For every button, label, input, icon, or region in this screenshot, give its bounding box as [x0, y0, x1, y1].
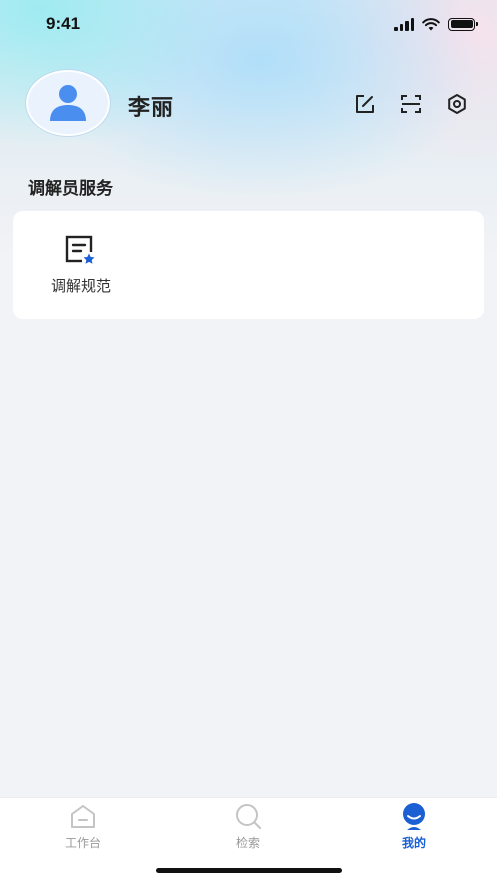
settings-button[interactable]: [445, 92, 469, 116]
cellular-signal-icon: [394, 17, 414, 31]
tab-label: 检索: [235, 836, 260, 850]
service-item-mediation-norms[interactable]: 调解规范: [41, 235, 121, 301]
gear-icon: [448, 94, 466, 114]
status-time: 9:41: [46, 14, 81, 33]
workbench-icon: [71, 805, 95, 828]
service-label: 调解规范: [50, 277, 111, 295]
user-name: 李丽: [128, 96, 175, 121]
edit-button[interactable]: [353, 92, 377, 116]
wifi-icon: [422, 17, 440, 30]
service-card: 调解规范: [13, 211, 484, 319]
tab-label: 我的: [401, 836, 426, 850]
tab-search[interactable]: 检索: [198, 802, 298, 852]
status-bar: 9:41: [0, 0, 497, 48]
tab-workbench[interactable]: 工作台: [33, 802, 133, 852]
status-icons: [394, 14, 478, 34]
document-star-icon: [65, 235, 96, 265]
scan-icon: [401, 95, 421, 113]
scan-button[interactable]: [399, 92, 423, 116]
battery-icon: [448, 17, 478, 31]
section-title: 调解员服务: [28, 179, 113, 199]
screen: 9:41 李丽 调解员服务 调解规范 工作台 检索 我的: [0, 0, 497, 883]
tab-mine[interactable]: 我的: [364, 802, 464, 852]
user-icon: [50, 85, 86, 121]
tab-label: 工作台: [64, 836, 101, 850]
top-actions: [353, 92, 469, 116]
profile-icon: [403, 803, 425, 830]
avatar[interactable]: [26, 70, 110, 136]
search-icon: [236, 804, 261, 829]
edit-icon: [356, 95, 374, 113]
home-indicator: [156, 868, 342, 873]
